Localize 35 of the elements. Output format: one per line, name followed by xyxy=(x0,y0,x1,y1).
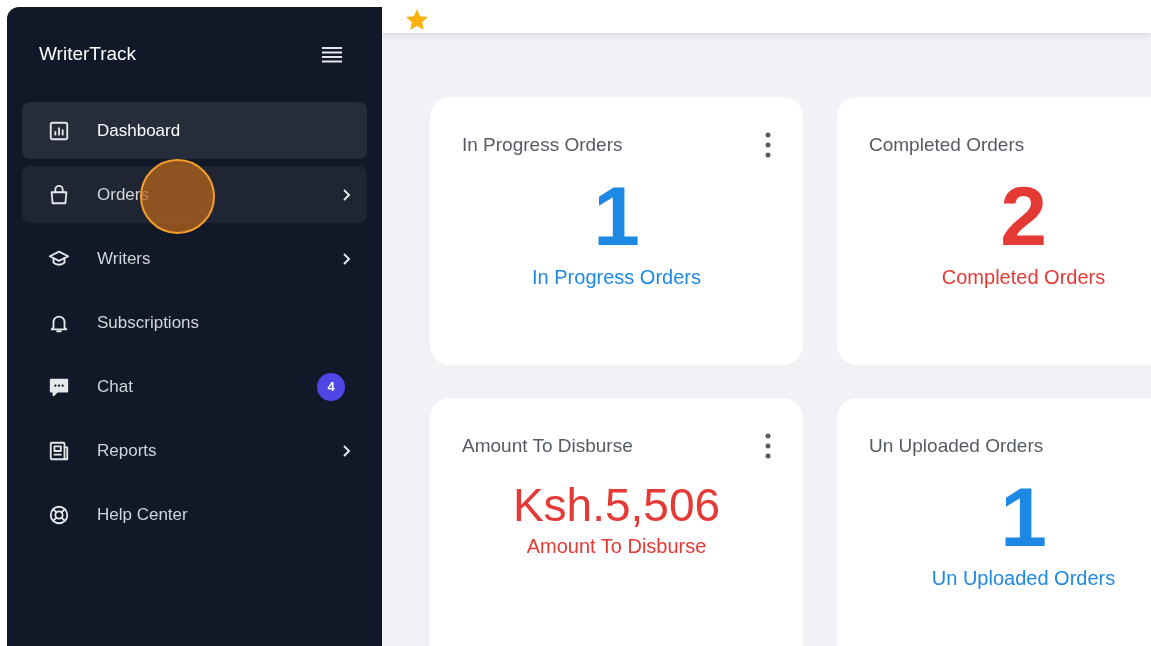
chevron-right-icon xyxy=(341,443,351,458)
nav-label: Writers xyxy=(97,247,151,270)
stat-value: 2 xyxy=(1000,171,1047,260)
newspaper-icon xyxy=(48,439,70,462)
star-icon[interactable] xyxy=(404,7,430,33)
nav-label: Dashboard xyxy=(97,119,181,142)
card-title: In Progress Orders xyxy=(462,133,623,157)
nav-label: Reports xyxy=(97,439,157,462)
nav-item[interactable]: Chat 4 xyxy=(22,358,367,415)
stat-caption: In Progress Orders xyxy=(532,264,701,290)
nav-item[interactable]: Help Center xyxy=(22,486,367,543)
nav-label: Subscriptions xyxy=(97,311,200,334)
stat-value: Ksh.5,506 xyxy=(512,478,721,531)
nav-item[interactable]: Subscriptions xyxy=(22,294,367,351)
menu-icon[interactable] xyxy=(322,46,342,63)
stat-caption: Completed Orders xyxy=(941,264,1106,290)
stat-caption: Un Uploaded Orders xyxy=(931,565,1116,591)
count-badge: 4 xyxy=(317,372,345,401)
stat-value: 1 xyxy=(1000,472,1047,561)
stat-value: 1 xyxy=(593,171,640,260)
chart-icon xyxy=(48,119,70,142)
more-vertical-icon[interactable] xyxy=(765,433,771,460)
card-title: Un Uploaded Orders xyxy=(869,434,1044,458)
nav-label: Chat xyxy=(97,375,133,398)
lifebuoy-icon xyxy=(48,503,70,526)
stat-caption: Amount To Disburse xyxy=(526,533,707,559)
nav-item[interactable]: Writers xyxy=(22,230,367,287)
nav-item[interactable]: Reports xyxy=(22,422,367,479)
more-vertical-icon[interactable] xyxy=(765,132,771,159)
chevron-right-icon xyxy=(341,251,351,266)
card-title: Completed Orders xyxy=(869,133,1025,157)
nav-label: Help Center xyxy=(97,503,188,526)
nav-item[interactable]: Dashboard xyxy=(22,102,367,159)
card-title: Amount To Disburse xyxy=(462,434,633,458)
brand-name: WriterTrack xyxy=(39,42,137,67)
